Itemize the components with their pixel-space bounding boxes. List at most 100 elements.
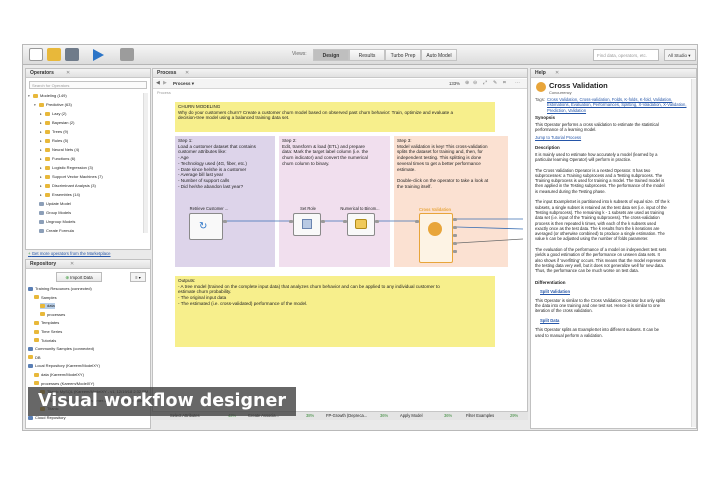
- save-icon[interactable]: [65, 48, 79, 61]
- tags-label: Tags:: [535, 97, 546, 102]
- recommended-operator[interactable]: FP-Growth (Depreca...: [326, 413, 367, 418]
- help-line: performance of a learning model.: [535, 127, 597, 133]
- operator-tree-item[interactable]: ▸ Ensembles (14): [40, 192, 80, 198]
- annotation-outputs[interactable]: Outputs: - A tree model (trained on the c…: [175, 276, 495, 347]
- operator-tree-label: Group Models: [46, 210, 72, 215]
- tutorial-link: Jump to Tutorial Process: [535, 134, 582, 140]
- repository-tree-label: data: [47, 303, 55, 309]
- operator-tree-item[interactable]: ▸ Lazy (2): [40, 111, 66, 117]
- operator-tree-label: Support Vector Machines (7): [52, 174, 103, 179]
- operator-tree-item[interactable]: Update Model: [34, 201, 71, 207]
- repository-tree-item[interactable]: Training Resources (connected): [28, 286, 92, 292]
- repository-tree-label: processes (Kareem/ModelXY): [41, 380, 95, 386]
- operator-tree-item[interactable]: ▾ Modeling (149): [28, 93, 67, 99]
- auto-wire-icon[interactable]: ✎: [493, 80, 497, 86]
- repository-tree-item[interactable]: Samples: [34, 295, 57, 301]
- repository-tree-item[interactable]: processes: [40, 312, 65, 318]
- tab-results[interactable]: Results: [349, 49, 385, 61]
- global-search-input[interactable]: Find data, operators, etc.: [593, 49, 659, 61]
- back-arrow-icon[interactable]: ◀: [156, 80, 160, 86]
- section-heading: Description: [535, 144, 560, 150]
- scrollbar[interactable]: [691, 79, 696, 427]
- help-tab[interactable]: Help ✕: [531, 69, 696, 78]
- operator-tree-item[interactable]: ▸ Rules (5): [40, 138, 68, 144]
- more-icon[interactable]: ⋯: [515, 80, 520, 86]
- folder-icon: [34, 329, 39, 334]
- repository-tree-item[interactable]: Local Repository (Kareem/ModelXY): [28, 363, 100, 369]
- operator-tree-item[interactable]: Create Formula: [34, 228, 74, 234]
- close-icon[interactable]: ✕: [70, 261, 74, 267]
- repository-tree-item[interactable]: Community Samples (connected): [28, 346, 94, 352]
- caption-overlay: Visual workflow designer: [28, 387, 297, 416]
- operator-tree-item[interactable]: ▸ Trees (9): [40, 129, 68, 135]
- marketplace-link-label: Get more operators from the Marketplace: [31, 251, 111, 256]
- studio-dropdown[interactable]: All Studio ▾: [664, 49, 696, 61]
- new-process-icon[interactable]: [29, 48, 43, 61]
- folder-icon: [33, 93, 38, 98]
- folder-icon: [45, 138, 50, 143]
- recommended-operator[interactable]: Filter Examples: [466, 413, 494, 418]
- process-canvas[interactable]: CHURN MODELING Why do your customers chur…: [153, 96, 527, 403]
- help-line: is measured during the Testing phase.: [535, 188, 606, 194]
- recommendation-percent: 38%: [306, 413, 315, 418]
- run-icon[interactable]: [93, 49, 104, 61]
- tab-design[interactable]: Design: [313, 49, 349, 61]
- repository-tree-item[interactable]: processes (Kareem/ModelXY): [34, 381, 94, 387]
- tab-auto-model[interactable]: Auto Model: [421, 49, 457, 61]
- stop-icon[interactable]: [120, 48, 134, 61]
- repository-tree-item[interactable]: Time Series: [34, 329, 62, 335]
- operator-search-input[interactable]: Search for Operators: [29, 81, 147, 89]
- folder-icon: [34, 320, 39, 325]
- operator-tree-item[interactable]: ▸ Discriminant Analysis (3): [40, 183, 96, 189]
- recommended-operator[interactable]: Apply Model: [400, 413, 423, 418]
- operator-tree-item[interactable]: ▸ Logistic Regression (3): [40, 165, 93, 171]
- operators-tab[interactable]: Operators ✕: [26, 69, 150, 78]
- fit-icon[interactable]: ⤢: [483, 80, 487, 86]
- marketplace-link[interactable]: + Get more operators from the Marketplac…: [28, 251, 111, 256]
- zoom-in-icon[interactable]: ⊕: [465, 80, 469, 86]
- operator-tree-item[interactable]: Group Models: [34, 210, 71, 216]
- repository-tree-item[interactable]: Templates: [34, 320, 59, 326]
- close-icon[interactable]: ✕: [185, 70, 189, 76]
- scrollbar[interactable]: [143, 93, 148, 233]
- zoom-out-icon[interactable]: ⊖: [473, 80, 477, 86]
- operator-tree-item[interactable]: ▸ Functions (6): [40, 156, 75, 162]
- help-panel: Help ✕ Cross Validation Concurrency Tags…: [530, 68, 697, 429]
- open-folder-icon[interactable]: [47, 48, 61, 61]
- arrange-icon[interactable]: ⌗: [503, 80, 506, 86]
- operator-tree-label: Ungroup Models: [46, 219, 76, 224]
- repository-tree-label: data (Kareem/ModelXY): [41, 372, 84, 377]
- help-line: used to manual perform a validation.: [535, 332, 603, 338]
- process-title: Process: [157, 70, 177, 76]
- import-data-button[interactable]: ⊕ Import Data: [56, 272, 102, 282]
- operator-icon: [39, 201, 44, 206]
- repository-tree-item[interactable]: DB: [28, 355, 41, 361]
- process-tab[interactable]: Process ✕: [153, 69, 527, 78]
- repository-menu-button[interactable]: ≡ ▾: [130, 272, 146, 282]
- close-icon[interactable]: ✕: [66, 70, 70, 76]
- folder-icon: [34, 372, 39, 377]
- operator-tree-label: Bayesian (2): [52, 120, 75, 125]
- folder-icon: [45, 120, 50, 125]
- repository-tree-item[interactable]: data: [40, 303, 55, 310]
- operator-tree-item[interactable]: ▸ Neural Nets (4): [40, 147, 79, 153]
- repository-tree-label: processes: [47, 311, 66, 317]
- repository-tree-label: Time Series: [41, 329, 63, 334]
- tab-turbo-prep[interactable]: Turbo Prep: [385, 49, 421, 61]
- recommendation-percent: 36%: [444, 413, 453, 418]
- operator-tree-item[interactable]: ▾ Predictive (63): [34, 102, 72, 108]
- repository-tree-item[interactable]: data (Kareem/ModelXY): [34, 372, 84, 378]
- operator-tree-item[interactable]: ▸ Bayesian (2): [40, 120, 74, 126]
- folder-icon: [45, 192, 50, 197]
- repository-title: Repository: [30, 261, 57, 267]
- close-icon[interactable]: ✕: [555, 70, 559, 76]
- cross-validation-icon: [536, 82, 546, 92]
- process-dropdown[interactable]: Process ▾: [173, 81, 194, 87]
- import-data-label: Import Data: [70, 275, 93, 280]
- repository-tree-item[interactable]: Tutorials: [34, 338, 56, 344]
- operator-tree-item[interactable]: Ungroup Models: [34, 219, 75, 225]
- folder-icon: [40, 303, 45, 308]
- forward-arrow-icon[interactable]: ▶: [163, 80, 167, 86]
- operator-tree-item[interactable]: ▸ Support Vector Machines (7): [40, 174, 103, 180]
- repository-tab[interactable]: Repository ✕: [26, 260, 150, 269]
